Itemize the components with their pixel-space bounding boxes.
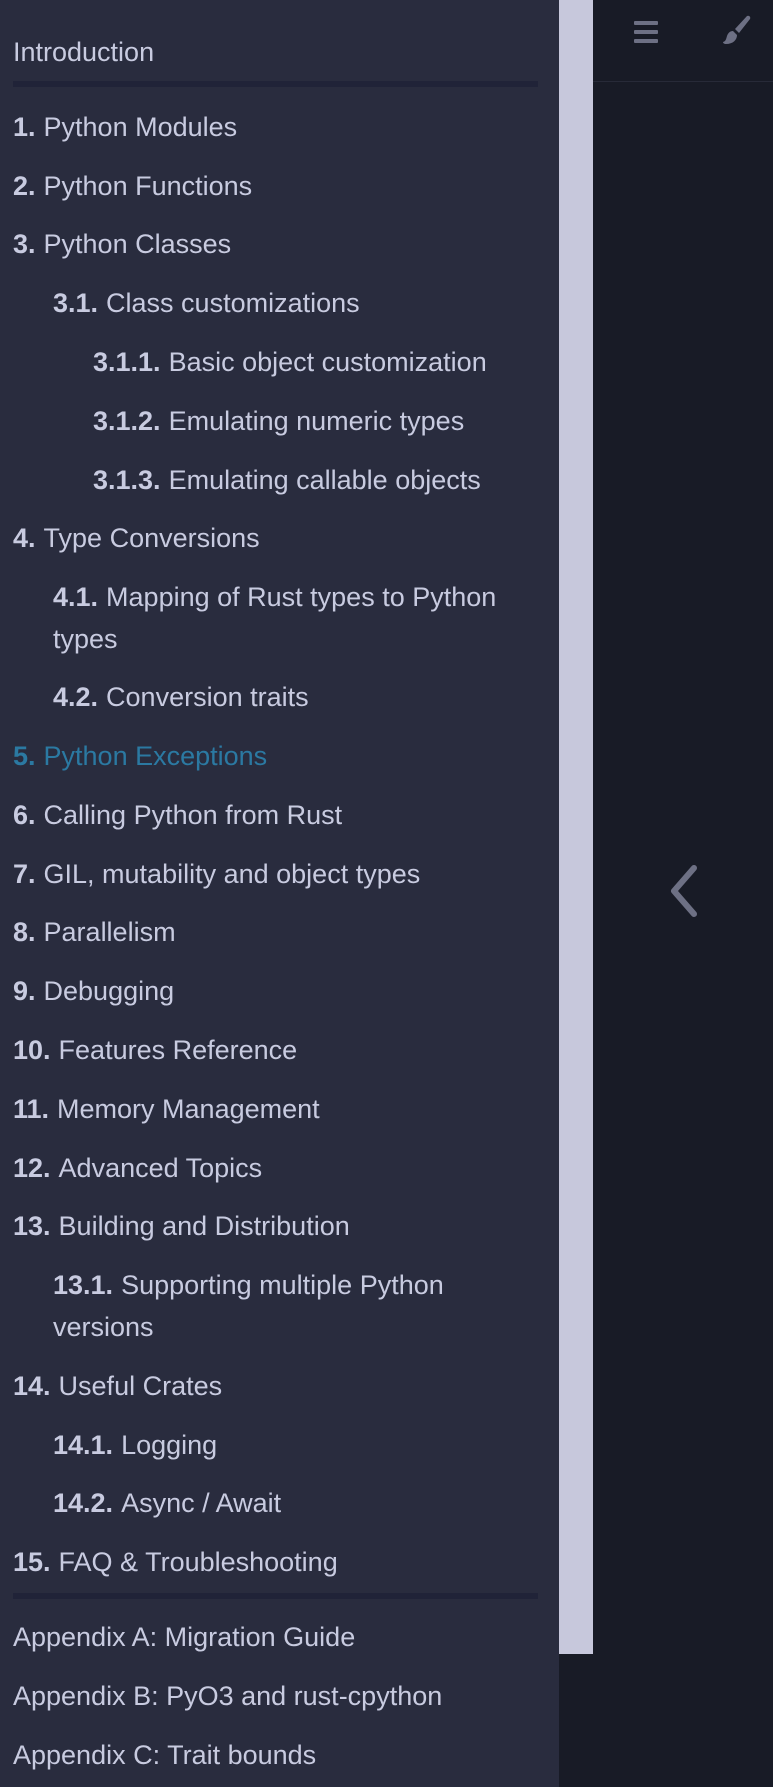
toc-appendix-a[interactable]: Appendix A: Migration Guide [13,1616,540,1658]
toc-label: Building and Distribution [58,1211,350,1241]
toc-label: Debugging [43,976,175,1006]
toc-label: Emulating callable objects [168,465,481,495]
toc-label: Memory Management [57,1094,320,1124]
toc-number: 3.1.1. [93,347,161,377]
toc-item-mapping-rust-types[interactable]: 4.1. Mapping of Rust types to Python type… [53,576,540,660]
toc-number: 13.1. [53,1270,114,1300]
toc-number: 11. [13,1094,50,1124]
toc-label: Basic object customization [168,347,487,377]
toc-label: Appendix A: Migration Guide [13,1622,356,1652]
toc-number: 14. [13,1371,51,1401]
toc-item-faq[interactable]: 15. FAQ & Troubleshooting [13,1541,540,1583]
toc-item-building-distribution[interactable]: 13. Building and Distribution [13,1205,540,1247]
toc-label: Conversion traits [106,682,309,712]
toc-number: 3.1.2. [93,406,161,436]
toc-number: 5. [13,741,36,771]
toc-number: 7. [13,859,36,889]
toc-number: 4. [13,523,36,553]
toc-label: FAQ & Troubleshooting [58,1547,338,1577]
menu-bar-divider [593,81,773,82]
toc-label: Class customizations [106,288,360,318]
toc-number: 3.1. [53,288,99,318]
toc-item-debugging[interactable]: 9. Debugging [13,970,540,1012]
toc-label: Python Exceptions [43,741,268,771]
toc-label: Useful Crates [58,1371,223,1401]
toc-label: Appendix C: Trait bounds [13,1740,317,1770]
toc-label: Python Functions [43,171,253,201]
toc-item-calling-python[interactable]: 6. Calling Python from Rust [13,794,540,836]
toc-label: Mapping of Rust types to Python types [53,582,497,654]
toc-item-async-await[interactable]: 14.2. Async / Await [53,1482,540,1524]
toc-number: 14.2. [53,1488,114,1518]
chevron-left-icon[interactable] [664,864,704,918]
toc-item-memory-management[interactable]: 11. Memory Management [13,1088,540,1130]
toc-appendix-b[interactable]: Appendix B: PyO3 and rust-cpython [13,1675,540,1717]
toc-item-advanced-topics[interactable]: 12. Advanced Topics [13,1147,540,1189]
toc-label: Introduction [13,37,155,67]
toc-label: Python Classes [43,229,232,259]
toc-item-emulating-callable-objects[interactable]: 3.1.3. Emulating callable objects [93,459,540,501]
toc-label: Parallelism [43,917,176,947]
toc-number: 4.1. [53,582,99,612]
toc-label: Type Conversions [43,523,260,553]
toc-number: 10. [13,1035,51,1065]
toc-number: 12. [13,1153,51,1183]
toc-item-logging[interactable]: 14.1. Logging [53,1424,540,1466]
toc-item-basic-object-customization[interactable]: 3.1.1. Basic object customization [93,341,540,383]
toc-number: 15. [13,1547,51,1577]
toc-number: 8. [13,917,36,947]
toc-number: 3.1.3. [93,465,161,495]
toc-item-python-exceptions[interactable]: 5. Python Exceptions [13,735,540,777]
toc-item-useful-crates[interactable]: 14. Useful Crates [13,1365,540,1407]
toc-item-multiple-python-versions[interactable]: 13.1. Supporting multiple Python versions [53,1264,540,1348]
toc-item-python-classes[interactable]: 3. Python Classes [13,223,540,265]
toc-number: 4.2. [53,682,99,712]
toc-label: Appendix B: PyO3 and rust-cpython [13,1681,443,1711]
divider [13,1593,538,1599]
sidebar-scrollbar[interactable] [559,0,593,1654]
toc-label: Emulating numeric types [168,406,465,436]
toc-introduction[interactable]: Introduction [13,31,540,73]
toc-label: Calling Python from Rust [43,800,343,830]
toc-number: 14.1. [53,1430,114,1460]
toc-number: 3. [13,229,36,259]
toc-label: Advanced Topics [58,1153,263,1183]
toc-item-class-customizations[interactable]: 3.1. Class customizations [53,282,540,324]
toc-number: 9. [13,976,36,1006]
toc-item-emulating-numeric-types[interactable]: 3.1.2. Emulating numeric types [93,400,540,442]
toc-label: Python Modules [43,112,238,142]
toc-item-gil-mutability[interactable]: 7. GIL, mutability and object types [13,853,540,895]
toc-label: Features Reference [58,1035,298,1065]
toc-item-type-conversions[interactable]: 4. Type Conversions [13,517,540,559]
toc-item-parallelism[interactable]: 8. Parallelism [13,911,540,953]
toc-label: Async / Await [121,1488,282,1518]
toc-number: 13. [13,1211,51,1241]
toc-number: 2. [13,171,36,201]
divider [13,81,538,87]
toc-item-features-reference[interactable]: 10. Features Reference [13,1029,540,1071]
sidebar: Introduction 1. Python Modules 2. Python F… [0,0,559,1787]
toc-item-conversion-traits[interactable]: 4.2. Conversion traits [53,676,540,718]
toc-item-python-functions[interactable]: 2. Python Functions [13,165,540,207]
toc-number: 1. [13,112,36,142]
toc-label: Logging [121,1430,218,1460]
toc-item-python-modules[interactable]: 1. Python Modules [13,106,540,148]
toc-label: GIL, mutability and object types [43,859,421,889]
paintbrush-icon[interactable] [720,14,752,48]
hamburger-menu-icon[interactable] [632,18,660,46]
toc-number: 6. [13,800,36,830]
toc-appendix-c[interactable]: Appendix C: Trait bounds [13,1734,540,1776]
